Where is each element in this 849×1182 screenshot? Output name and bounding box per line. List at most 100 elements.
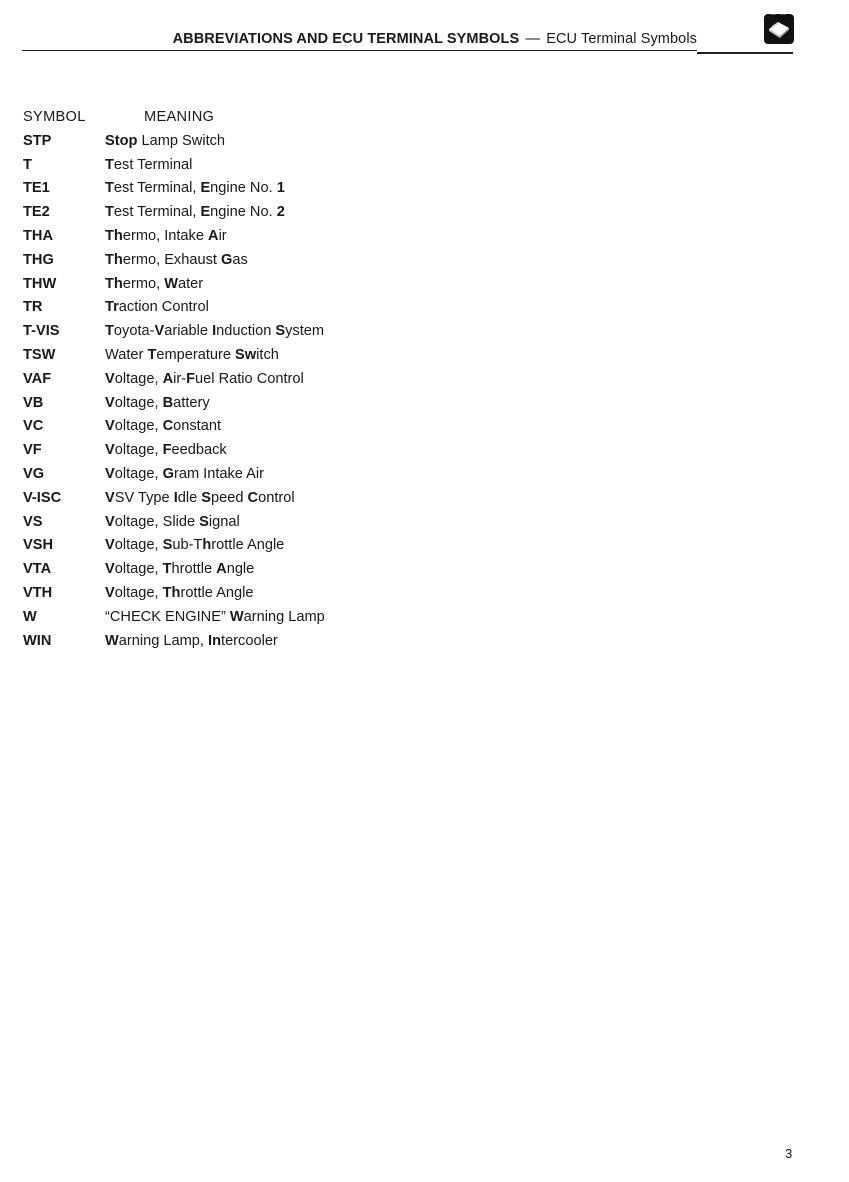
- meaning-emphasis: G: [221, 251, 233, 268]
- meaning-emphasis: In: [208, 632, 222, 649]
- meaning-cell: Test Terminal: [105, 157, 192, 173]
- header-rule: [22, 50, 697, 51]
- meaning-emphasis: V: [105, 418, 115, 435]
- open-book-icon: [764, 14, 794, 44]
- meaning-text: ngle: [226, 561, 255, 578]
- meaning-text: ariable: [164, 323, 213, 340]
- meaning-text: rottle Angle: [211, 537, 285, 554]
- meaning-emphasis: F: [162, 442, 172, 459]
- symbol-cell: VF: [23, 442, 42, 459]
- meaning-emphasis: S: [201, 489, 212, 506]
- meaning-cell: Warning Lamp, Intercooler: [105, 633, 278, 649]
- meaning-cell: Traction Control: [105, 299, 209, 315]
- meaning-emphasis: 2: [276, 204, 285, 221]
- meaning-emphasis: W: [164, 275, 178, 292]
- meaning-text: ngine No.: [210, 204, 277, 221]
- meaning-text: ignal: [208, 513, 240, 530]
- meaning-cell: Test Terminal, Engine No. 2: [105, 204, 285, 220]
- meaning-text: oltage,: [114, 418, 163, 435]
- meaning-cell: VSV Type Idle Speed Control: [105, 490, 295, 506]
- meaning-text: ermo, Intake: [122, 227, 209, 244]
- meaning-text: SV Type: [114, 489, 174, 506]
- symbol-cell: VG: [23, 465, 45, 482]
- meaning-text: ater: [177, 275, 204, 292]
- meaning-emphasis: S: [199, 513, 209, 530]
- meaning-text: “CHECK ENGINE”: [105, 608, 230, 625]
- meaning-text: attery: [173, 394, 210, 411]
- header-title-main: ABBREVIATIONS AND ECU TERMINAL SYMBOLS: [172, 31, 520, 47]
- meaning-cell: Voltage, Slide Signal: [105, 514, 240, 530]
- symbol-cell: V-ISC: [23, 489, 62, 506]
- header-separator: —: [525, 31, 541, 47]
- meaning-text: Lamp Switch: [137, 132, 226, 149]
- meaning-emphasis: T: [162, 561, 172, 578]
- meaning-text: onstant: [173, 418, 222, 435]
- symbol-cell: VAF: [23, 370, 52, 387]
- meaning-text: oltage,: [114, 537, 163, 554]
- symbol-cell: VSH: [23, 537, 54, 554]
- meaning-cell: “CHECK ENGINE” Warning Lamp: [105, 609, 325, 625]
- meaning-cell: Voltage, Throttle Angle: [105, 561, 254, 577]
- meaning-text: ram Intake Air: [173, 465, 264, 482]
- meaning-text: ngine No.: [210, 180, 277, 197]
- meaning-text: ir: [218, 227, 227, 244]
- symbol-cell: T-VIS: [23, 323, 60, 340]
- meaning-text: ermo, Exhaust: [122, 251, 221, 268]
- meaning-cell: Voltage, Gram Intake Air: [105, 466, 264, 482]
- meaning-text: arning Lamp: [243, 608, 325, 625]
- meaning-emphasis: E: [200, 204, 211, 221]
- meaning-emphasis: T: [105, 156, 114, 173]
- symbol-cell: THG: [23, 251, 54, 268]
- meaning-cell: Voltage, Feedback: [105, 442, 227, 458]
- meaning-emphasis: S: [162, 537, 173, 554]
- symbol-cell: VTH: [23, 584, 53, 601]
- meaning-text: oltage,: [114, 370, 163, 387]
- meaning-text: eedback: [171, 442, 227, 459]
- symbol-cell: TSW: [23, 346, 56, 363]
- meaning-text: oltage,: [114, 561, 163, 578]
- symbol-cell: THW: [23, 275, 57, 292]
- meaning-text: ir-: [173, 370, 187, 387]
- meaning-emphasis: B: [162, 394, 174, 411]
- meaning-emphasis: T: [105, 323, 114, 340]
- meaning-emphasis: F: [186, 370, 196, 387]
- meaning-emphasis: A: [162, 370, 174, 387]
- meaning-emphasis: V: [105, 465, 115, 482]
- meaning-emphasis: V: [105, 394, 115, 411]
- meaning-emphasis: W: [229, 608, 244, 625]
- meaning-text: oltage,: [114, 584, 163, 601]
- meaning-text: as: [232, 251, 248, 268]
- meaning-text: arning Lamp,: [118, 632, 209, 649]
- meaning-emphasis: V: [105, 513, 115, 530]
- meaning-emphasis: W: [105, 632, 119, 649]
- meaning-text: est Terminal,: [113, 204, 201, 221]
- meaning-text: dle: [177, 489, 202, 506]
- meaning-text: oyota-: [113, 323, 155, 340]
- meaning-cell: Voltage, Throttle Angle: [105, 585, 253, 601]
- meaning-emphasis: Th: [162, 584, 181, 601]
- symbol-cell: VTA: [23, 561, 52, 578]
- symbol-cell: VB: [23, 394, 44, 411]
- symbol-cell: W: [23, 608, 37, 625]
- meaning-emphasis: G: [162, 465, 174, 482]
- meaning-emphasis: T: [105, 180, 114, 197]
- meaning-emphasis: V: [105, 489, 115, 506]
- meaning-emphasis: Th: [105, 275, 123, 292]
- column-header-symbol: SYMBOL: [23, 109, 86, 125]
- meaning-cell: Toyota-Variable Induction System: [105, 323, 324, 339]
- meaning-emphasis: C: [247, 489, 259, 506]
- page-number: 3: [785, 1146, 793, 1161]
- meaning-text: est Terminal: [113, 156, 193, 173]
- meaning-cell: Thermo, Water: [105, 276, 203, 292]
- meaning-cell: Voltage, Battery: [105, 395, 210, 411]
- header-title: ABBREVIATIONS AND ECU TERMINAL SYMBOLS —…: [0, 31, 697, 47]
- meaning-cell: Voltage, Air-Fuel Ratio Control: [105, 371, 304, 387]
- meaning-cell: Voltage, Constant: [105, 418, 221, 434]
- meaning-emphasis: V: [105, 561, 115, 578]
- meaning-text: rottle Angle: [180, 584, 254, 601]
- meaning-emphasis: C: [162, 418, 174, 435]
- meaning-text: oltage,: [114, 394, 163, 411]
- meaning-emphasis: Sw: [235, 346, 257, 363]
- meaning-emphasis: Stop: [105, 132, 138, 149]
- meaning-text: ystem: [285, 323, 325, 340]
